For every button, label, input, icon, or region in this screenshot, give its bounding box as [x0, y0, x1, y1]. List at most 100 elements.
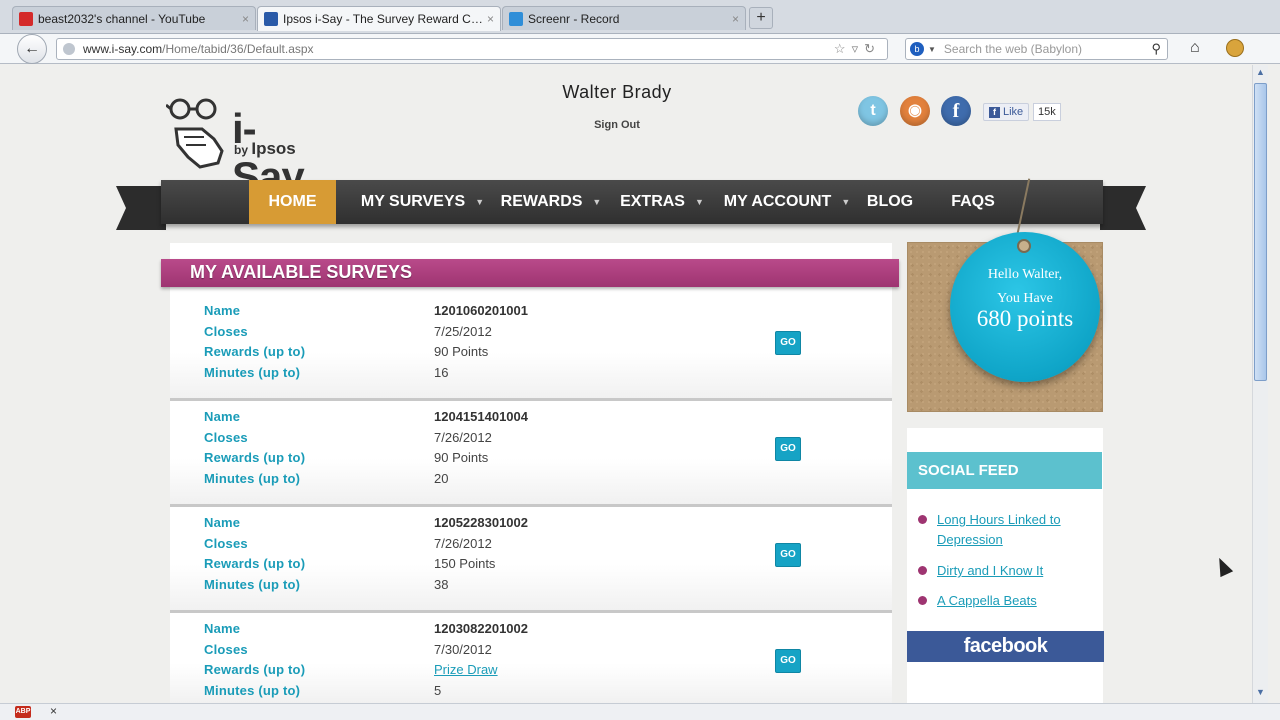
- survey-labels: Name Closes Rewards (up to) Minutes (up …: [204, 621, 305, 703]
- facebook-icon[interactable]: f: [941, 96, 971, 126]
- survey-closes: 7/26/2012: [434, 535, 492, 551]
- feed-link[interactable]: A Cappella Beats: [937, 591, 1098, 611]
- ribbon-tail-right: [1136, 186, 1146, 230]
- nav-extras[interactable]: EXTRAS ▼: [618, 180, 706, 224]
- prize-draw-link[interactable]: Prize Draw: [434, 662, 528, 683]
- label-name: Name: [204, 621, 241, 636]
- url-bar[interactable]: www.i-say.com/Home/tabid/36/Default.aspx…: [56, 38, 888, 60]
- sign-out-link[interactable]: Sign Out: [567, 119, 667, 131]
- go-button[interactable]: GO: [775, 543, 801, 567]
- tag-hole: [1017, 239, 1031, 253]
- new-tab-button[interactable]: +: [749, 7, 773, 29]
- search-bar[interactable]: b ▼ Search the web (Babylon) ⚲: [905, 38, 1168, 60]
- status-bar: ABP ×: [0, 703, 1280, 720]
- feed-link[interactable]: Long Hours Linked to Depression: [937, 510, 1098, 550]
- nav-label: HOME: [268, 193, 317, 210]
- glasses-hand-icon: [165, 98, 224, 169]
- nav-label: FAQS: [951, 193, 995, 210]
- label-minutes: Minutes (up to): [204, 682, 301, 698]
- browser-tab-bar: beast2032's channel - YouTube × Ipsos i-…: [0, 0, 1280, 34]
- home-icon[interactable]: ⌂: [1190, 39, 1200, 57]
- facebook-banner[interactable]: facebook: [907, 631, 1104, 662]
- nav-label: MY ACCOUNT: [723, 193, 832, 211]
- nav-my-surveys[interactable]: MY SURVEYS ▼: [355, 180, 490, 224]
- chevron-down-icon[interactable]: ▼: [928, 45, 936, 54]
- logo-brand: Ipsos: [251, 139, 296, 158]
- scroll-up-icon[interactable]: ▲: [1253, 67, 1268, 81]
- close-icon[interactable]: ×: [487, 12, 494, 26]
- tab-screenr[interactable]: Screenr - Record ×: [502, 6, 746, 30]
- label-minutes: Minutes (up to): [204, 470, 301, 486]
- bullet-icon: [918, 566, 927, 575]
- main-nav: HOME MY SURVEYS ▼ REWARDS ▼ EXTRAS ▼ MY ACC…: [161, 180, 1103, 224]
- back-button[interactable]: ←: [17, 34, 47, 64]
- nav-label: BLOG: [866, 193, 914, 210]
- nav-my-account[interactable]: MY ACCOUNT ▼: [722, 180, 852, 224]
- page-scrollbar[interactable]: ▲ ▼: [1252, 65, 1268, 703]
- tab-isay[interactable]: Ipsos i-Say - The Survey Reward Communi.…: [257, 6, 501, 31]
- twitter-icon[interactable]: t: [858, 96, 888, 126]
- survey-id: 1203082201002: [434, 621, 528, 636]
- label-closes: Closes: [204, 535, 248, 551]
- survey-row: Name Closes Rewards (up to) Minutes (up …: [170, 509, 892, 613]
- feed-item: Long Hours Linked to Depression: [918, 510, 1098, 550]
- adblock-icon[interactable]: ABP: [15, 706, 31, 718]
- label-minutes: Minutes (up to): [204, 576, 301, 592]
- chevron-down-icon: ▼: [694, 197, 704, 207]
- babylon-engine-icon[interactable]: b: [910, 42, 924, 56]
- rss-icon[interactable]: ◉: [900, 96, 930, 126]
- survey-minutes: 5: [434, 682, 442, 698]
- section-banner: MY AVAILABLE SURVEYS: [161, 259, 899, 287]
- label-closes: Closes: [204, 429, 248, 445]
- hello-text: Hello Walter,: [987, 267, 1063, 282]
- survey-values: 1201060201001 7/25/2012 90 Points 16: [434, 303, 528, 385]
- search-icon[interactable]: ⚲: [1151, 41, 1161, 57]
- chevron-down-icon: ▼: [841, 197, 851, 207]
- survey-values: 1205228301002 7/26/2012 150 Points 38: [434, 515, 528, 597]
- close-icon[interactable]: ×: [732, 12, 739, 26]
- close-icon[interactable]: ×: [242, 12, 249, 26]
- url-text[interactable]: www.i-say.com/Home/tabid/36/Default.aspx: [83, 42, 834, 56]
- survey-minutes: 16: [434, 364, 449, 380]
- facebook-like-button[interactable]: f Like: [983, 103, 1030, 121]
- youtube-icon: [19, 11, 33, 26]
- survey-labels: Name Closes Rewards (up to) Minutes (up …: [204, 303, 305, 385]
- isay-favicon-icon: [264, 12, 278, 26]
- feed-item: A Cappella Beats: [918, 591, 1098, 611]
- tab-label: Screenr - Record: [528, 11, 620, 26]
- close-icon[interactable]: ×: [50, 704, 57, 718]
- survey-row: Name Closes Rewards (up to) Minutes (up …: [170, 403, 892, 507]
- nav-faqs[interactable]: FAQS: [943, 180, 1003, 224]
- bookmark-reload-icons[interactable]: ☆▿↻: [834, 41, 887, 57]
- label-name: Name: [204, 303, 241, 318]
- go-button[interactable]: GO: [775, 437, 801, 461]
- addon-icon[interactable]: [1226, 39, 1244, 57]
- label-rewards: Rewards (up to): [204, 556, 306, 572]
- label-rewards: Rewards (up to): [204, 344, 306, 360]
- tab-youtube[interactable]: beast2032's channel - YouTube ×: [12, 6, 256, 30]
- points-value: 680 points: [976, 306, 1074, 331]
- survey-row: Name Closes Rewards (up to) Minutes (up …: [170, 615, 892, 703]
- feed-link[interactable]: Dirty and I Know It: [937, 561, 1098, 581]
- feed-item: Dirty and I Know It: [918, 561, 1098, 581]
- label-closes: Closes: [204, 323, 248, 339]
- nav-label: MY SURVEYS: [360, 193, 466, 211]
- globe-icon: [63, 43, 75, 55]
- scroll-thumb[interactable]: [1254, 83, 1267, 381]
- survey-labels: Name Closes Rewards (up to) Minutes (up …: [204, 515, 305, 597]
- go-button[interactable]: GO: [775, 649, 801, 673]
- section-title: MY AVAILABLE SURVEYS: [190, 262, 413, 282]
- scroll-down-icon[interactable]: ▼: [1253, 687, 1268, 701]
- chevron-down-icon: ▼: [475, 197, 485, 207]
- bullet-icon: [918, 596, 927, 605]
- isay-logo[interactable]: i-Say by Ipsos: [165, 95, 326, 200]
- go-button[interactable]: GO: [775, 331, 801, 355]
- url-host: www.i-say.com: [83, 42, 163, 56]
- nav-blog[interactable]: BLOG: [861, 180, 919, 224]
- url-path: /Home/tabid/36/Default.aspx: [162, 42, 314, 56]
- nav-home[interactable]: HOME: [249, 180, 336, 224]
- search-input[interactable]: Search the web (Babylon): [944, 42, 1152, 56]
- survey-closes: 7/25/2012: [434, 323, 492, 339]
- nav-rewards[interactable]: REWARDS ▼: [497, 180, 605, 224]
- survey-rewards: 150 Points: [434, 556, 496, 572]
